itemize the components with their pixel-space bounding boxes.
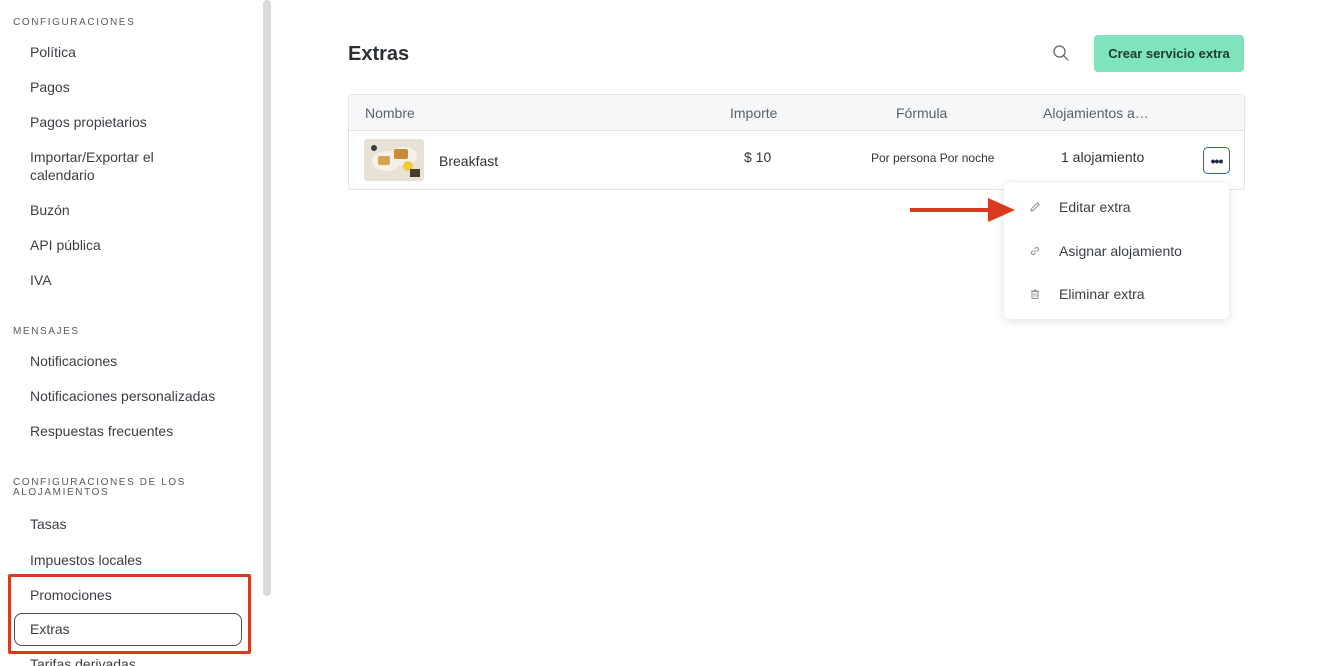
section-title-mensajes: MENSAJES [13,326,80,337]
extras-table: Nombre Importe Fórmula Alojamientos a… B… [348,94,1245,190]
extra-formula: Por persona Por noche [871,151,995,165]
sidebar-item-label: Importar/Exportar el [30,149,154,165]
sidebar-item-notificaciones[interactable]: Notificaciones [30,352,117,370]
column-header-alojamientos[interactable]: Alojamientos a… [1043,105,1149,121]
create-extra-button[interactable]: Crear servicio extra [1094,35,1244,72]
menu-item-label: Asignar alojamiento [1059,243,1182,259]
column-header-nombre[interactable]: Nombre [365,105,415,121]
extra-amount: $ 10 [744,149,772,165]
sidebar-item-pagos-propietarios[interactable]: Pagos propietarios [30,113,147,131]
section-title-configuraciones: CONFIGURACIONES [13,17,136,28]
sidebar-item-buzon[interactable]: Buzón [30,201,70,219]
annotation-arrow-icon [910,198,1015,222]
sidebar-item-impuestos-locales[interactable]: Impuestos locales [30,551,142,569]
section-title-alojamientos: CONFIGURACIONES DE LOS ALOJAMIENTOS [13,478,186,498]
section-title-line: ALOJAMIENTOS [13,487,110,498]
trash-icon [1031,289,1039,299]
sidebar-item-notificaciones-personalizadas[interactable]: Notificaciones personalizadas [30,387,215,405]
sidebar-item-tasas[interactable]: Tasas [30,515,67,533]
breakfast-thumbnail [364,139,424,181]
context-menu: Editar extra Asignar alojamiento Elimina… [1004,183,1229,319]
more-options-button[interactable]: ••• [1203,147,1230,174]
menu-item-label: Eliminar extra [1059,286,1145,302]
sidebar-item-api-publica[interactable]: API pública [30,236,101,254]
sidebar-item-respuestas-frecuentes[interactable]: Respuestas frecuentes [30,422,173,440]
sidebar-item-politica[interactable]: Política [30,43,76,61]
annotation-highlight-box [8,574,251,654]
sidebar-scrollbar[interactable] [263,0,271,596]
menu-item-asignar-alojamiento[interactable]: Asignar alojamiento [1004,231,1229,271]
sidebar-item-importar-exportar[interactable]: Importar/Exportar el calendario [30,148,154,184]
menu-item-eliminar-extra[interactable]: Eliminar extra [1004,274,1229,314]
search-icon[interactable] [1052,44,1070,62]
extra-accommodations: 1 alojamiento [1061,149,1145,165]
table-header: Nombre Importe Fórmula Alojamientos a… [349,95,1244,131]
sidebar-item-label: calendario [30,167,95,183]
pencil-icon [1030,202,1040,212]
sidebar: CONFIGURACIONES Política Pagos Pagos pro… [0,0,262,666]
page-title: Extras [348,43,410,65]
link-icon [1030,246,1040,256]
menu-item-label: Editar extra [1059,199,1131,215]
extra-name: Breakfast [439,153,499,169]
sidebar-item-pagos[interactable]: Pagos [30,78,70,96]
sidebar-item-tarifas-derivadas[interactable]: Tarifas derivadas [30,655,136,666]
sidebar-item-iva[interactable]: IVA [30,271,52,289]
menu-item-editar-extra[interactable]: Editar extra [1004,187,1229,227]
column-header-formula[interactable]: Fórmula [896,105,947,121]
column-header-importe[interactable]: Importe [730,105,777,121]
